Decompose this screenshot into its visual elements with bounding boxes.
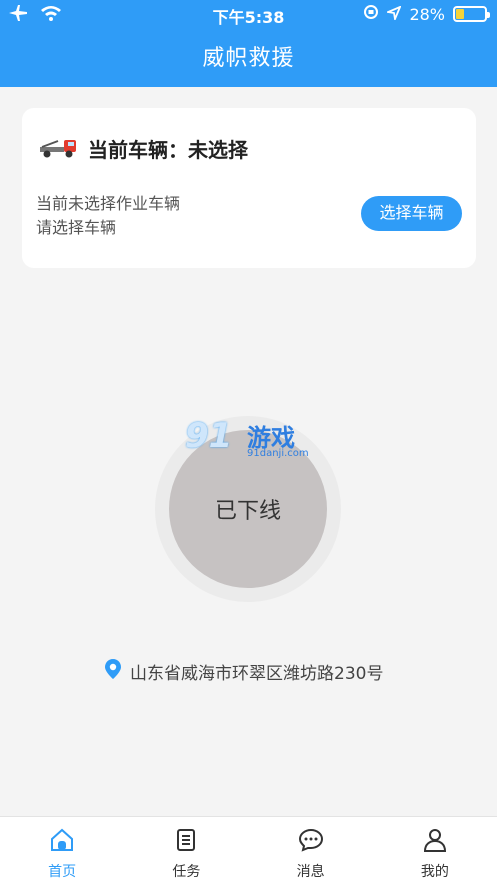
user-icon <box>422 827 448 857</box>
tab-messages[interactable]: 消息 <box>249 817 373 883</box>
current-vehicle-card: 当前车辆：未选择 当前未选择作业车辆 请选择车辆 选择车辆 <box>22 108 476 268</box>
tab-profile[interactable]: 我的 <box>373 817 497 883</box>
tab-profile-label: 我的 <box>420 864 449 880</box>
tab-home-label: 首页 <box>48 864 77 880</box>
tow-truck-icon <box>38 135 78 163</box>
location-arrow-icon <box>385 4 403 24</box>
watermark-logo: 91 游戏 91danji.com <box>185 414 325 464</box>
battery-percent: 28% <box>409 4 445 24</box>
task-list-icon <box>173 827 199 857</box>
current-location: 山东省威海市环翠区潍坊路230号 <box>104 658 383 685</box>
online-status-label: 已下线 <box>214 499 281 524</box>
battery-fill <box>456 9 464 19</box>
tab-tasks[interactable]: 任务 <box>124 817 248 883</box>
home-icon <box>49 827 75 857</box>
battery-icon <box>453 6 490 22</box>
status-right: 28% <box>363 4 490 24</box>
vehicle-card-header: 当前车辆：未选择 <box>38 134 248 163</box>
vehicle-description-line2: 请选择车辆 <box>36 218 117 237</box>
vehicle-description: 当前未选择作业车辆 请选择车辆 <box>36 192 180 240</box>
tab-home[interactable]: 首页 <box>0 817 124 883</box>
tab-messages-label: 消息 <box>296 864 325 880</box>
top-bar: 下午5:38 28% 威帜救援 <box>0 0 497 87</box>
status-bar: 下午5:38 28% <box>0 0 497 28</box>
location-address: 山东省威海市环翠区潍坊路230号 <box>130 664 384 684</box>
page-title: 威帜救援 <box>202 46 295 71</box>
select-vehicle-button[interactable]: 选择车辆 <box>361 196 462 231</box>
message-icon <box>298 827 324 857</box>
watermark-url: 91danji.com <box>247 448 309 459</box>
watermark-number: 91 <box>185 416 233 456</box>
tab-tasks-label: 任务 <box>172 864 201 880</box>
tab-bar: 首页 任务 消息 我的 <box>0 816 497 883</box>
vehicle-description-line1: 当前未选择作业车辆 <box>36 194 181 213</box>
location-pin-icon <box>104 658 122 685</box>
orientation-lock-icon <box>363 4 379 24</box>
current-vehicle-title: 当前车辆：未选择 <box>88 138 248 162</box>
